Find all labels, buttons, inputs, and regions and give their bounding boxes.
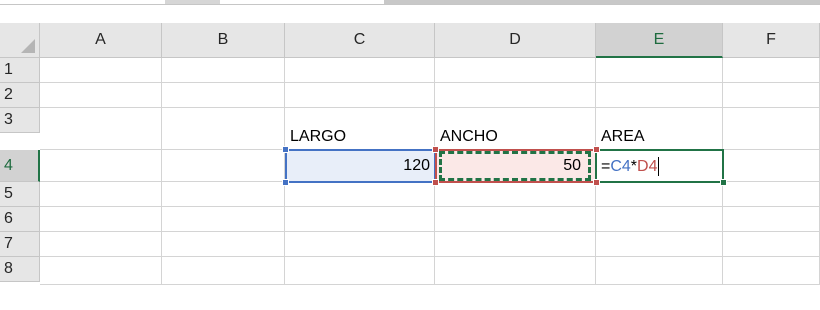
- fill-handle[interactable]: [720, 179, 727, 186]
- resize-handle-d4-bottom-left[interactable]: [432, 179, 439, 186]
- cell-a1[interactable]: [40, 58, 162, 83]
- text-caret: [658, 157, 660, 176]
- cell-f3[interactable]: [723, 108, 820, 150]
- cell-c7[interactable]: [285, 232, 435, 257]
- cell-c1[interactable]: [285, 58, 435, 83]
- row-header-7[interactable]: 7: [0, 232, 40, 257]
- cell-a7[interactable]: [40, 232, 162, 257]
- formula-equals: =: [601, 157, 611, 175]
- resize-handle-d4-top-right[interactable]: [593, 146, 600, 153]
- row-header-1[interactable]: 1: [0, 58, 40, 83]
- cell-a8[interactable]: [40, 257, 162, 285]
- column-header-a[interactable]: A: [40, 23, 162, 58]
- select-all-triangle-icon: [21, 39, 35, 53]
- resize-handle-c4-top-left[interactable]: [282, 146, 289, 153]
- cell-f5[interactable]: [723, 182, 820, 207]
- cell-e6[interactable]: [596, 207, 723, 232]
- cell-c3[interactable]: LARGO: [285, 108, 435, 150]
- cell-f6[interactable]: [723, 207, 820, 232]
- cell-c4[interactable]: 120: [285, 150, 435, 182]
- column-header-b[interactable]: B: [162, 23, 285, 58]
- cell-a3[interactable]: [40, 108, 162, 150]
- cell-a2[interactable]: [40, 83, 162, 108]
- cell-b3[interactable]: [162, 108, 285, 150]
- top-strip: [0, 0, 820, 5]
- cell-b2[interactable]: [162, 83, 285, 108]
- resize-handle-c4-bottom-left[interactable]: [282, 179, 289, 186]
- cell-d4[interactable]: 50: [435, 150, 596, 182]
- cell-c8[interactable]: [285, 257, 435, 285]
- cell-e7[interactable]: [596, 232, 723, 257]
- cell-e2[interactable]: [596, 83, 723, 108]
- cell-b5[interactable]: [162, 182, 285, 207]
- cell-e4-formula[interactable]: = C4 * D4: [601, 154, 660, 179]
- formula-ref-d4: D4: [637, 157, 658, 175]
- cell-d5[interactable]: [435, 182, 596, 207]
- cell-b1[interactable]: [162, 58, 285, 83]
- row-header-5[interactable]: 5: [0, 182, 40, 207]
- cell-f7[interactable]: [723, 232, 820, 257]
- cell-e5[interactable]: [596, 182, 723, 207]
- cell-e1[interactable]: [596, 58, 723, 83]
- cell-c5[interactable]: [285, 182, 435, 207]
- row-header-6[interactable]: 6: [0, 207, 40, 232]
- cell-b8[interactable]: [162, 257, 285, 285]
- cell-f8[interactable]: [723, 257, 820, 285]
- select-all-button[interactable]: [0, 23, 40, 58]
- row-header-2[interactable]: 2: [0, 83, 40, 108]
- cell-d8[interactable]: [435, 257, 596, 285]
- row-header-3[interactable]: 3: [0, 108, 40, 133]
- cell-c2[interactable]: [285, 83, 435, 108]
- resize-handle-d4-top-left[interactable]: [432, 146, 439, 153]
- cell-d1[interactable]: [435, 58, 596, 83]
- column-header-e[interactable]: E: [596, 23, 723, 58]
- cell-e3[interactable]: AREA: [596, 108, 723, 150]
- column-header-f[interactable]: F: [723, 23, 820, 58]
- cell-b4[interactable]: [162, 150, 285, 182]
- row-header-4[interactable]: 4: [0, 150, 40, 182]
- cell-d2[interactable]: [435, 83, 596, 108]
- resize-handle-d4-bottom-right[interactable]: [593, 179, 600, 186]
- cell-d6[interactable]: [435, 207, 596, 232]
- cell-b6[interactable]: [162, 207, 285, 232]
- cell-e8[interactable]: [596, 257, 723, 285]
- cell-a4[interactable]: [40, 150, 162, 182]
- column-header-d[interactable]: D: [435, 23, 596, 58]
- cell-d7[interactable]: [435, 232, 596, 257]
- cell-c6[interactable]: [285, 207, 435, 232]
- cell-f4[interactable]: [723, 150, 820, 182]
- cell-a6[interactable]: [40, 207, 162, 232]
- column-header-c[interactable]: C: [285, 23, 435, 58]
- cell-d3[interactable]: ANCHO: [435, 108, 596, 150]
- cell-f1[interactable]: [723, 58, 820, 83]
- formula-ref-c4: C4: [610, 157, 631, 175]
- cell-a5[interactable]: [40, 182, 162, 207]
- row-header-8[interactable]: 8: [0, 257, 40, 282]
- cell-f2[interactable]: [723, 83, 820, 108]
- cell-b7[interactable]: [162, 232, 285, 257]
